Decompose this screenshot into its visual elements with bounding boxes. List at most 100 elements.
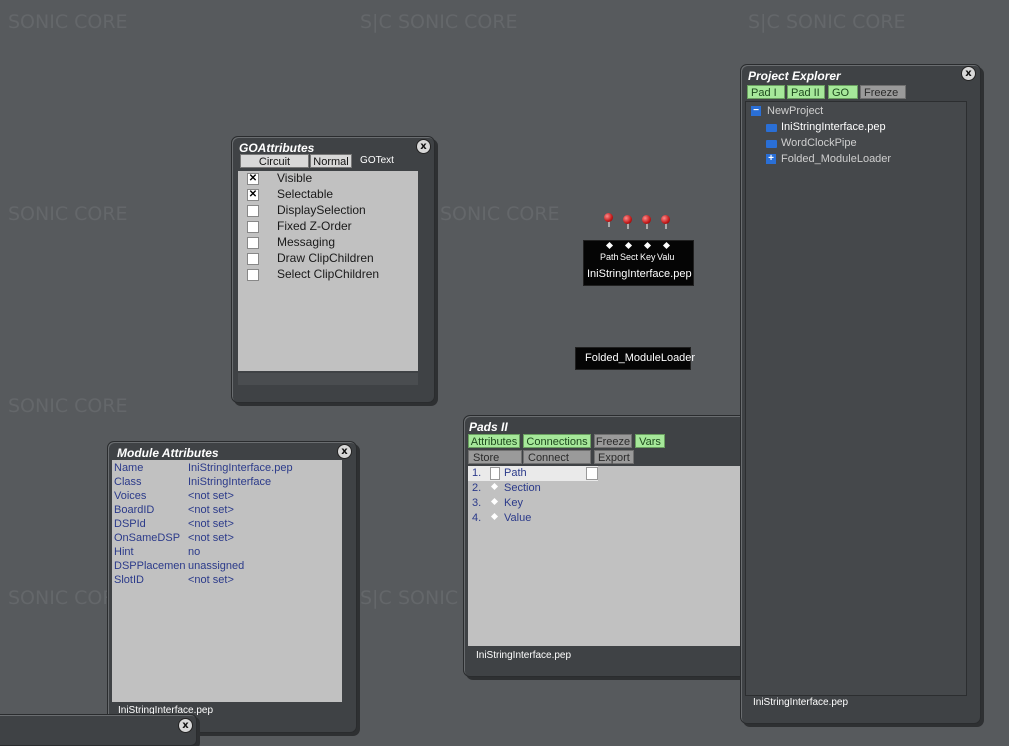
project-explorer-status: IniStringInterface.pep <box>753 697 849 708</box>
connect-button[interactable]: Connect <box>523 450 591 464</box>
watermark-text: SONIC CORE <box>8 395 128 417</box>
pin-icon[interactable] <box>661 215 670 224</box>
row-checkbox[interactable] <box>490 467 500 480</box>
attr-value[interactable]: <not set> <box>188 532 234 544</box>
pin-icon[interactable] <box>604 213 613 222</box>
tab-gotext[interactable]: GOText <box>353 154 401 168</box>
watermark-text: SONIC CORE <box>8 11 128 33</box>
attr-value[interactable]: <not set> <box>188 490 234 502</box>
select-clipchildren-checkbox[interactable] <box>247 269 259 281</box>
attr-key: Name <box>114 462 144 474</box>
close-icon[interactable]: x <box>337 444 352 459</box>
attr-key: Class <box>114 476 142 488</box>
row-end-box[interactable] <box>586 467 598 480</box>
attr-key: OnSameDSP <box>114 532 181 544</box>
goattributes-panel: GOAttributes x Circuit Normal GOText ✕ V… <box>231 136 435 403</box>
tree-item-folded-moduleloader[interactable]: Folded_ModuleLoader <box>781 153 891 165</box>
watermark-text: SONIC CORE <box>398 11 518 33</box>
diamond-icon <box>490 512 499 521</box>
pad-number: 3. <box>472 497 482 509</box>
messaging-checkbox[interactable] <box>247 237 259 249</box>
draw-clipchildren-checkbox[interactable] <box>247 253 259 265</box>
select-clipchildren-label: Select ClipChildren <box>277 267 380 281</box>
module-icon <box>766 124 777 132</box>
attr-value[interactable]: no <box>188 546 200 558</box>
tab-go[interactable]: GO <box>828 85 858 99</box>
watermark-text: SONIC CORE <box>8 203 128 225</box>
fixed-zorder-label: Fixed Z-Order <box>277 219 352 233</box>
pin-icon[interactable] <box>642 215 651 224</box>
pad-label[interactable]: Path <box>504 467 527 479</box>
tab-connections[interactable]: Connections <box>523 434 591 448</box>
watermark-text: SONIC CORE <box>440 203 560 225</box>
watermark-logo: S|C <box>748 11 780 33</box>
diamond-icon <box>490 482 499 491</box>
store-button[interactable]: Store <box>468 450 522 464</box>
pin-diamond-icon <box>643 241 652 250</box>
tab-freeze[interactable]: Freeze <box>594 434 632 448</box>
attr-value[interactable]: IniStringInterface <box>188 476 271 488</box>
pads-list: 1. Path 2. Section 3. Key 4. Value <box>468 466 743 646</box>
export-button[interactable]: Export <box>594 450 634 464</box>
visible-checkbox[interactable]: ✕ <box>247 173 259 185</box>
pad-label[interactable]: Section <box>504 482 541 494</box>
watermark-logo: S|C <box>360 11 392 33</box>
module-attributes-title: Module Attributes <box>117 446 219 460</box>
goattributes-status-bar <box>238 373 418 385</box>
attr-key: SlotID <box>114 574 144 586</box>
messaging-label: Messaging <box>277 235 336 249</box>
module-node-body[interactable]: Path Sect Key Valu IniStringInterface.pe… <box>583 240 694 286</box>
close-icon[interactable]: x <box>416 139 431 154</box>
tab-pad-2[interactable]: Pad II <box>787 85 825 99</box>
tab-normal[interactable]: Normal <box>310 154 352 168</box>
pad-number: 1. <box>472 467 482 479</box>
close-icon[interactable]: x <box>178 718 193 733</box>
attr-key: Hint <box>114 546 134 558</box>
module-attributes-table: Name IniStringInterface.pep Class IniStr… <box>112 460 342 702</box>
pad-label[interactable]: Key <box>504 497 523 509</box>
attr-value[interactable]: <not set> <box>188 574 234 586</box>
project-explorer-panel: Project Explorer x Pad I Pad II GO Freez… <box>740 64 981 724</box>
pin-icon[interactable] <box>623 215 632 224</box>
pad-number: 4. <box>472 512 482 524</box>
pin-diamond-icon <box>662 241 671 250</box>
fixed-zorder-checkbox[interactable] <box>247 221 259 233</box>
expand-icon[interactable]: + <box>766 154 776 164</box>
close-icon[interactable]: x <box>961 66 976 81</box>
attr-value[interactable]: unassigned <box>188 560 244 572</box>
tab-pad-1[interactable]: Pad I <box>747 85 785 99</box>
folded-module-node[interactable]: Folded_ModuleLoader <box>575 347 695 370</box>
tab-circuit[interactable]: Circuit <box>240 154 309 168</box>
folded-module-name: Folded_ModuleLoader <box>585 352 696 364</box>
displayselection-label: DisplaySelection <box>277 203 366 217</box>
selectable-label: Selectable <box>277 187 334 201</box>
selectable-checkbox[interactable]: ✕ <box>247 189 259 201</box>
draw-clipchildren-label: Draw ClipChildren <box>277 251 374 265</box>
collapse-icon[interactable]: − <box>751 106 761 116</box>
module-icon <box>766 140 777 148</box>
visible-label: Visible <box>277 171 313 185</box>
pad-label[interactable]: Value <box>504 512 531 524</box>
attr-value[interactable]: <not set> <box>188 518 234 530</box>
project-explorer-title: Project Explorer <box>748 69 841 83</box>
displayselection-checkbox[interactable] <box>247 205 259 217</box>
attr-key: Voices <box>114 490 147 502</box>
tab-vars[interactable]: Vars <box>635 434 665 448</box>
attr-value[interactable]: <not set> <box>188 504 234 516</box>
tree-item-wordclockpipe[interactable]: WordClockPipe <box>781 137 857 149</box>
attr-value[interactable]: IniStringInterface.pep <box>188 462 293 474</box>
diamond-icon <box>490 497 499 506</box>
project-tree: − NewProject IniStringInterface.pep Word… <box>745 101 967 696</box>
module-attributes-panel: Module Attributes x Name IniStringInterf… <box>107 441 357 733</box>
tab-attributes[interactable]: Attributes <box>468 434 520 448</box>
pin-diamond-icon <box>605 241 614 250</box>
attr-key: DSPPlacemen <box>114 560 186 572</box>
attr-key: DSPId <box>114 518 146 530</box>
watermark-text: SONIC CORE <box>786 11 906 33</box>
goattributes-list: ✕ Visible ✕ Selectable DisplaySelection … <box>238 171 418 371</box>
tree-item-inistringinterface[interactable]: IniStringInterface.pep <box>781 121 886 133</box>
tree-item-newproject[interactable]: NewProject <box>767 105 823 117</box>
pads-status: IniStringInterface.pep <box>476 650 572 661</box>
tab-freeze[interactable]: Freeze <box>860 85 906 99</box>
goattributes-title: GOAttributes <box>239 141 315 155</box>
